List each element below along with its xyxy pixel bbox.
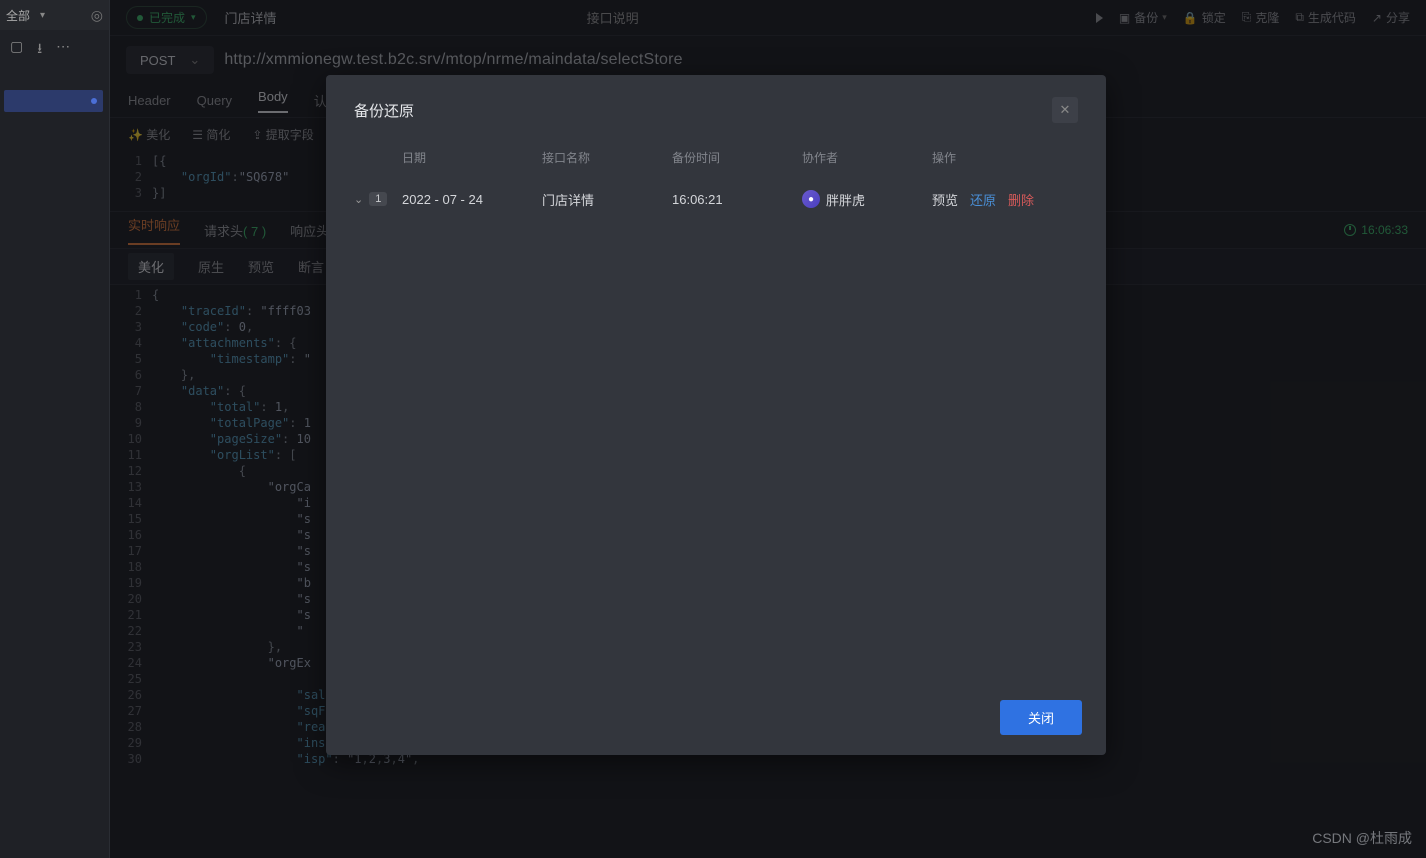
watermark: CSDN @杜雨成 bbox=[1312, 828, 1412, 848]
modal-header: 备份还原 ✕ bbox=[326, 75, 1106, 141]
cell-author: ● 胖胖虎 bbox=[802, 190, 932, 209]
backup-restore-modal: 备份还原 ✕ 日期 接口名称 备份时间 协作者 操作 ⌄ 1 2022 - 07… bbox=[326, 75, 1106, 755]
chevron-down-icon: ⌄ bbox=[354, 193, 363, 206]
sidebar-filter-label: 全部 bbox=[6, 7, 30, 24]
cell-actions: 预览 还原 删除 bbox=[932, 190, 1078, 209]
col-name: 接口名称 bbox=[542, 149, 672, 166]
col-actions: 操作 bbox=[932, 149, 1078, 166]
sidebar: 全部 ▾ ◎ ▢ ⭳ ⋯ bbox=[0, 0, 110, 858]
table-header: 日期 接口名称 备份时间 协作者 操作 bbox=[354, 141, 1078, 178]
col-date: 日期 bbox=[402, 149, 542, 166]
sidebar-toolbar: ▢ ⭳ ⋯ bbox=[0, 30, 109, 70]
target-icon[interactable]: ◎ bbox=[91, 7, 103, 24]
more-icon[interactable]: ⋯ bbox=[56, 38, 70, 62]
modal-title: 备份还原 bbox=[354, 100, 414, 121]
download-icon[interactable]: ⭳ bbox=[37, 38, 42, 62]
close-button[interactable]: 关闭 bbox=[1000, 700, 1082, 735]
sidebar-item-active[interactable] bbox=[4, 90, 103, 112]
new-file-icon[interactable]: ▢ bbox=[10, 38, 23, 62]
row-expand[interactable]: ⌄ 1 bbox=[354, 192, 402, 206]
close-icon: ✕ bbox=[1060, 102, 1071, 118]
cell-name: 门店详情 bbox=[542, 190, 672, 209]
modal-close-button[interactable]: ✕ bbox=[1052, 97, 1078, 123]
modal-body: 日期 接口名称 备份时间 协作者 操作 ⌄ 1 2022 - 07 - 24 门… bbox=[326, 141, 1106, 682]
action-delete[interactable]: 删除 bbox=[1008, 190, 1034, 209]
cell-time: 16:06:21 bbox=[672, 192, 802, 207]
avatar: ● bbox=[802, 190, 820, 208]
col-time: 备份时间 bbox=[672, 149, 802, 166]
col-author: 协作者 bbox=[802, 149, 932, 166]
modal-footer: 关闭 bbox=[326, 682, 1106, 755]
action-restore[interactable]: 还原 bbox=[970, 190, 996, 209]
action-preview[interactable]: 预览 bbox=[932, 190, 958, 209]
cell-date: 2022 - 07 - 24 bbox=[402, 192, 542, 207]
sidebar-filter-dropdown[interactable]: 全部 ▾ ◎ bbox=[0, 0, 109, 30]
table-row: ⌄ 1 2022 - 07 - 24 门店详情 16:06:21 ● 胖胖虎 预… bbox=[354, 178, 1078, 220]
row-count-badge: 1 bbox=[369, 192, 387, 206]
chevron-down-icon: ▾ bbox=[40, 10, 45, 21]
